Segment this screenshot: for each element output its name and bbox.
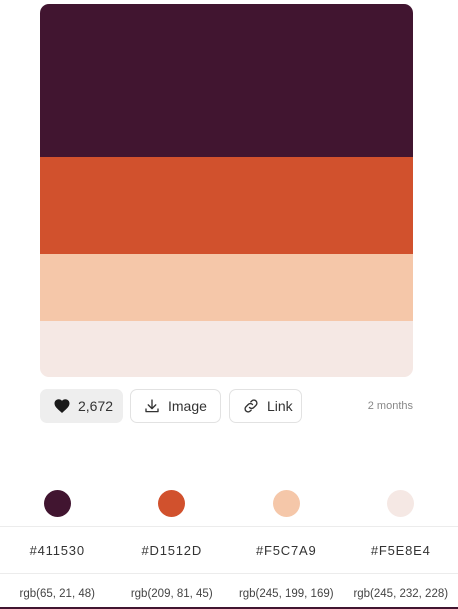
color-column: #411530 rgb(65, 21, 48) [0, 480, 115, 609]
palette-swatch-3[interactable] [40, 254, 413, 321]
color-hex[interactable]: #F5C7A9 [229, 543, 344, 558]
color-rgb[interactable]: rgb(245, 232, 228) [344, 588, 458, 600]
palette-page: 2,672 Image Link 2 months #411530 rgb(65… [0, 0, 458, 609]
heart-icon [53, 397, 71, 415]
palette-swatch-2[interactable] [40, 157, 413, 254]
palette-age: 2 months [367, 400, 413, 412]
color-rgb[interactable]: rgb(245, 199, 169) [229, 588, 344, 600]
color-dot[interactable] [387, 490, 415, 517]
color-column: #F5E8E4 rgb(245, 232, 228) [344, 480, 458, 609]
download-icon [143, 397, 161, 415]
like-button[interactable]: 2,672 [40, 389, 123, 423]
color-dot[interactable] [158, 490, 186, 517]
color-column: #F5C7A9 rgb(245, 199, 169) [229, 480, 344, 609]
copy-link-button[interactable]: Link [229, 389, 302, 423]
palette-swatch-1[interactable] [40, 4, 413, 157]
palette-preview[interactable] [40, 4, 413, 377]
color-details: #411530 rgb(65, 21, 48) #D1512D rgb(209,… [0, 480, 458, 609]
color-dot[interactable] [43, 490, 71, 517]
like-count: 2,672 [78, 398, 114, 414]
palette-swatch-4[interactable] [40, 321, 413, 377]
color-hex[interactable]: #D1512D [115, 543, 230, 558]
color-rgb[interactable]: rgb(209, 81, 45) [115, 588, 230, 600]
link-icon [242, 397, 260, 415]
palette-actions: 2,672 Image Link 2 months [40, 389, 413, 423]
color-column: #D1512D rgb(209, 81, 45) [115, 480, 230, 609]
color-hex[interactable]: #F5E8E4 [344, 543, 458, 558]
color-dot[interactable] [272, 490, 300, 517]
color-hex[interactable]: #411530 [0, 543, 115, 558]
download-image-button[interactable]: Image [130, 389, 221, 423]
color-rgb[interactable]: rgb(65, 21, 48) [0, 588, 115, 600]
image-label: Image [168, 398, 207, 414]
link-label: Link [267, 398, 293, 414]
